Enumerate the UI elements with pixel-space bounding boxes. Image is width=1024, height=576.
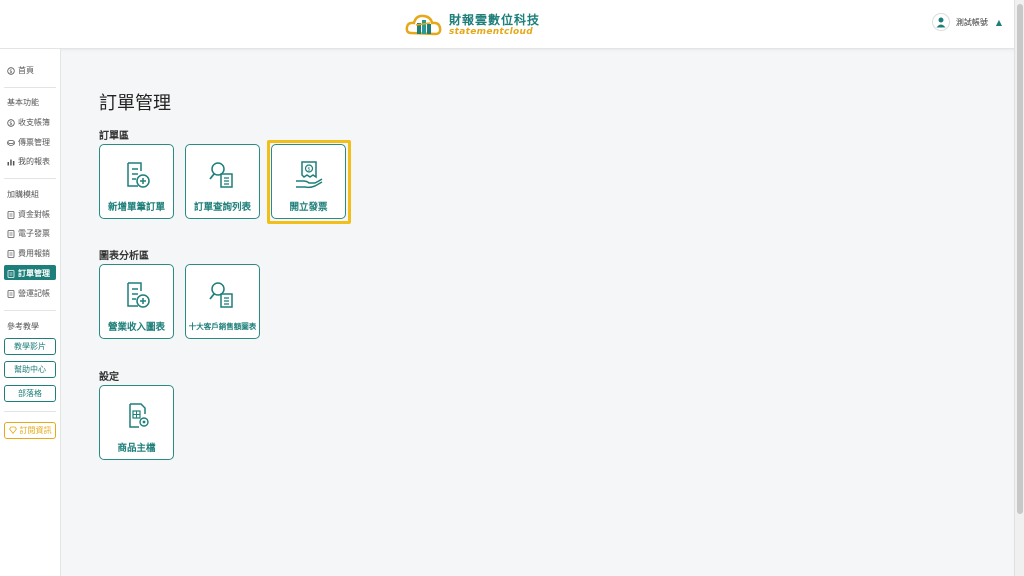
issue-invoice-card[interactable]: $ 開立發票: [271, 144, 346, 219]
product-master-card[interactable]: 商品主檔: [99, 385, 174, 460]
sidebar-item-e-invoice[interactable]: 電子發票: [7, 228, 50, 239]
sidebar-item-label: 收支帳簿: [18, 118, 50, 127]
coins-icon: [7, 139, 15, 147]
dollar-circle-icon: $: [7, 66, 15, 75]
revenue-chart-card[interactable]: 營業收入圖表: [99, 264, 174, 339]
section-title-orders: 訂單區: [99, 131, 129, 142]
add-single-order-card[interactable]: 新增單筆訂單: [99, 144, 174, 219]
top-bar: 財報雲數位科技 statementcloud 測試帳號 ▲: [0, 0, 1024, 49]
dollar-circle-icon: $: [7, 118, 15, 127]
svg-text:$: $: [307, 167, 310, 173]
svg-text:$: $: [9, 121, 12, 127]
brand-name: 財報雲數位科技: [449, 12, 541, 27]
sidebar-item-label: 訂單管理: [18, 269, 50, 278]
brand-logo[interactable]: 財報雲數位科技 statementcloud: [405, 10, 540, 40]
sidebar-item-expense[interactable]: 費用報銷: [7, 248, 50, 259]
invoice-hand-icon: $: [293, 159, 325, 191]
document-icon: [7, 249, 15, 258]
sidebar-item-order-management[interactable]: 訂單管理: [7, 268, 50, 279]
brand-name-en: statementcloud: [449, 26, 533, 37]
divider: [4, 310, 56, 311]
sidebar-item-ledger[interactable]: $ 收支帳簿: [7, 117, 50, 128]
sidebar-item-label: 傳票管理: [18, 138, 50, 147]
card-label: 新增單筆訂單: [107, 202, 165, 213]
product-settings-icon: [121, 400, 153, 432]
top-ten-customers-chart-card[interactable]: 十大客戶銷售額圖表: [185, 264, 260, 339]
section-title-settings: 設定: [99, 372, 119, 383]
subscription-label: 訂閱資訊: [19, 426, 52, 435]
diamond-icon: [8, 426, 17, 436]
sidebar-item-label: 費用報銷: [18, 249, 50, 258]
section-title-charts: 圖表分析區: [99, 251, 149, 262]
account-menu[interactable]: 測試帳號 ▲: [931, 13, 1002, 31]
card-label: 開立發票: [289, 202, 328, 213]
divider: [4, 178, 56, 179]
search-document-icon: [207, 159, 239, 191]
sidebar-heading-learn: 參考教學: [7, 322, 39, 331]
divider: [4, 87, 56, 88]
divider: [4, 411, 56, 412]
tutorial-videos-button[interactable]: 教學影片: [4, 338, 56, 355]
blog-button[interactable]: 部落格: [4, 385, 56, 402]
user-icon: [931, 13, 950, 31]
sidebar-item-vouchers[interactable]: 傳票管理: [7, 137, 50, 148]
bar-chart-icon: [7, 158, 15, 166]
sidebar-item-home[interactable]: $ 首頁: [7, 65, 34, 76]
sidebar-heading-addon: 加購模組: [7, 190, 39, 199]
sidebar-item-label: 資金對帳: [18, 210, 50, 219]
search-document-icon: [207, 279, 239, 311]
document-icon: [7, 269, 15, 278]
card-label: 商品主檔: [117, 443, 156, 454]
scrollbar-thumb[interactable]: [1017, 4, 1023, 514]
document-icon: [7, 210, 15, 219]
page-title: 訂單管理: [99, 93, 171, 114]
sidebar-item-label: 我的報表: [18, 157, 50, 166]
caret-up-icon: ▲: [995, 17, 1002, 27]
add-document-icon: [121, 279, 153, 311]
card-label: 十大客戶銷售額圖表: [188, 322, 257, 331]
main-content: 訂單管理 訂單區 新增單筆訂單 訂單查詢列表 $ 開立發票 圖表分析區 營業收入…: [61, 49, 1014, 576]
sidebar-item-label: 首頁: [18, 66, 34, 75]
help-center-button[interactable]: 幫助中心: [4, 361, 56, 378]
sidebar-item-label: 營運記帳: [18, 289, 50, 298]
page-scrollbar[interactable]: [1014, 0, 1024, 576]
subscription-info-button[interactable]: 訂閱資訊: [4, 422, 56, 439]
document-icon: [7, 289, 15, 298]
sidebar-item-label: 電子發票: [18, 229, 50, 238]
svg-text:$: $: [9, 69, 12, 75]
cloud-logo-icon: [405, 11, 445, 39]
sidebar: $ 首頁 基本功能 $ 收支帳簿 傳票管理 我的報表 加購模組 資金對帳 電子發…: [0, 49, 61, 576]
document-icon: [7, 229, 15, 238]
sidebar-heading-basic: 基本功能: [7, 98, 39, 107]
account-name: 測試帳號: [955, 17, 988, 27]
card-label: 訂單查詢列表: [193, 202, 251, 213]
card-label: 營業收入圖表: [107, 322, 165, 333]
order-query-list-card[interactable]: 訂單查詢列表: [185, 144, 260, 219]
sidebar-item-operations[interactable]: 營運記帳: [7, 288, 50, 299]
add-document-icon: [121, 159, 153, 191]
sidebar-item-reports[interactable]: 我的報表: [7, 156, 50, 167]
sidebar-item-fund-reconciliation[interactable]: 資金對帳: [7, 209, 50, 220]
